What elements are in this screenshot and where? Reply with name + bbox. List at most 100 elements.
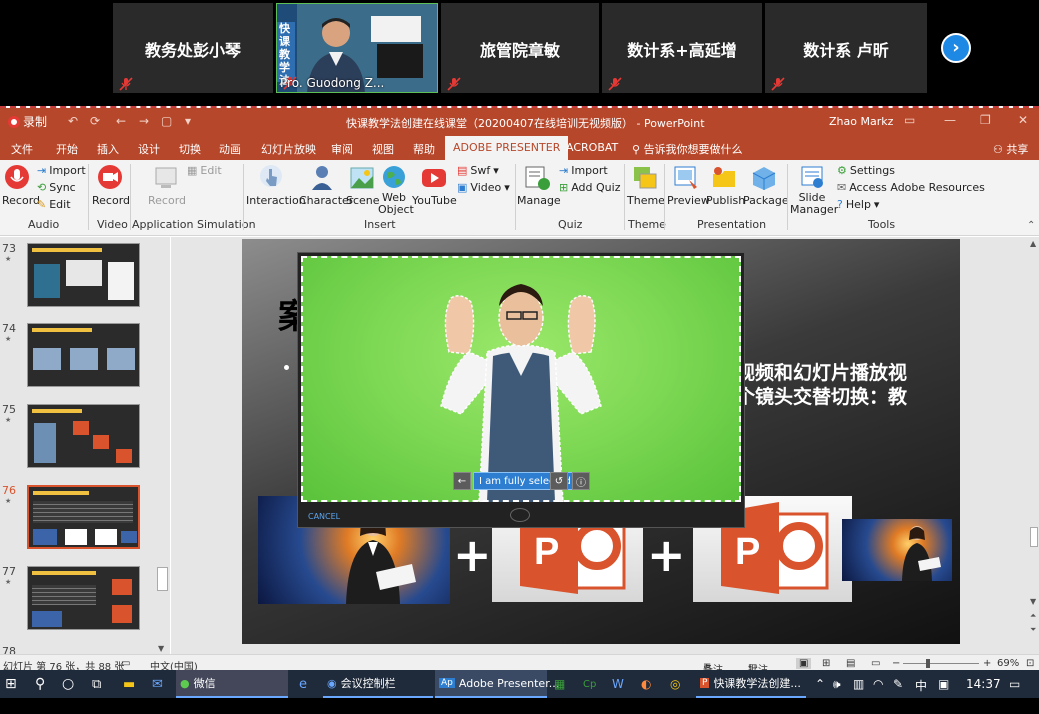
mail-button[interactable]: ✉ [152, 670, 163, 698]
green-screen-video[interactable] [301, 256, 741, 502]
participant-tile[interactable]: 数计系 卢昕 [765, 3, 927, 93]
tab-transitions[interactable]: 切换 [179, 141, 201, 157]
add-quiz-button[interactable]: ⊞ Add Quiz [559, 181, 620, 194]
tab-review[interactable]: 审阅 [331, 141, 353, 157]
character-button[interactable]: Character [299, 164, 353, 207]
tray-chevron-icon[interactable]: ⌃ [815, 677, 825, 691]
pen-icon[interactable]: ✎ [893, 677, 903, 691]
file-explorer-button[interactable]: ▬ [123, 670, 135, 698]
tell-me-search[interactable]: ⚲ 告诉我你想要做什么 [632, 141, 743, 157]
scene-button[interactable]: Scene [346, 164, 380, 207]
close-icon[interactable]: ✕ [1018, 113, 1028, 127]
quiz-import-button[interactable]: ⇥ Import [559, 164, 608, 177]
zoom-in-icon[interactable]: + [983, 658, 991, 669]
word-button[interactable]: W [612, 670, 624, 698]
slide-sorter-icon[interactable]: ⊞ [822, 658, 830, 669]
tab-view[interactable]: 视图 [372, 141, 394, 157]
notification-icon[interactable]: ▭ [1009, 677, 1020, 691]
slide-thumbnail-selected[interactable] [27, 485, 140, 549]
normal-view-icon[interactable]: ▣ [796, 658, 812, 669]
task-view-button[interactable]: ⧉ [92, 670, 101, 698]
tab-design[interactable]: 设计 [138, 141, 160, 157]
cortana-button[interactable]: ○ [62, 670, 74, 698]
web-object-button[interactable]: Web Object [378, 164, 414, 216]
edge-button[interactable]: e [299, 670, 307, 698]
interaction-button[interactable]: Interaction [246, 164, 306, 207]
scrollbar-thumb[interactable] [1030, 527, 1038, 547]
excel-button[interactable]: ▦ [554, 670, 565, 698]
spell-check-icon[interactable]: ▭ [121, 658, 130, 669]
zoom-out-icon[interactable]: − [892, 658, 900, 669]
start-button[interactable]: ⊞ [5, 670, 17, 698]
minimize-icon[interactable]: — [944, 113, 956, 127]
next-participants-button[interactable]: › [941, 33, 971, 63]
ribbon-display-icon[interactable]: ▭ [904, 113, 915, 127]
taskbar-app-adobe-presenter[interactable]: Ap Adobe Presenter... [435, 670, 559, 698]
next-slide-icon[interactable]: ⏷ [1030, 625, 1036, 635]
taskbar-app-meeting-control[interactable]: ◉ 会议控制栏 [323, 670, 433, 698]
participant-tile[interactable]: 教务处彭小琴 [113, 3, 273, 93]
scroll-down-icon[interactable]: ▼ [1030, 597, 1036, 606]
slide-manager-button[interactable]: Slide Manager [790, 164, 838, 216]
firefox-button[interactable]: ◐ [641, 670, 651, 698]
tab-insert[interactable]: 插入 [97, 141, 119, 157]
participant-tile[interactable]: 旅管院章敏 [441, 3, 599, 93]
zoom-slider[interactable] [903, 663, 979, 664]
taskbar-app-powerpoint[interactable]: P 快课教学法创建... [696, 670, 806, 698]
access-adobe-resources-button[interactable]: ✉ Access Adobe Resources [837, 181, 985, 194]
search-button[interactable]: ⚲ [35, 670, 45, 698]
tab-file[interactable]: 文件 [11, 141, 33, 157]
input-method-indicator[interactable]: 中 [915, 677, 927, 694]
appsim-record-button[interactable]: Record [148, 164, 186, 207]
slide-thumbnail[interactable] [27, 404, 140, 468]
tab-acrobat[interactable]: ACROBAT [566, 141, 618, 154]
cancel-button[interactable]: CANCEL [308, 512, 340, 521]
scrollbar-thumb[interactable] [157, 567, 168, 591]
tab-home[interactable]: 开始 [56, 141, 78, 157]
slideshow-icon[interactable]: ▭ [871, 658, 880, 669]
theme-button[interactable]: Theme [627, 164, 665, 207]
reading-view-icon[interactable]: ▤ [846, 658, 855, 669]
chrome-button[interactable]: ◎ [670, 670, 680, 698]
insert-video-button[interactable]: ▣ Video ▾ [457, 181, 510, 194]
reset-button[interactable]: ↺ [550, 472, 568, 490]
wifi-icon[interactable]: ◠ [873, 677, 883, 691]
audio-sync-button[interactable]: ⟲ Sync [37, 181, 76, 194]
back-icon[interactable]: ← [116, 114, 126, 128]
swf-button[interactable]: ▤ Swf ▾ [457, 164, 499, 177]
volume-icon[interactable]: 🕪 [833, 677, 841, 692]
participant-video-tile[interactable]: 快课教学法 Pro. Guodong Z... [276, 3, 438, 93]
youtube-button[interactable]: YouTube [412, 164, 457, 207]
collapse-ribbon-icon[interactable]: ⌃ [1027, 220, 1035, 231]
settings-button[interactable]: ⚙ Settings [837, 164, 895, 177]
quiz-manage-button[interactable]: Manage [517, 164, 561, 207]
repeat-icon[interactable]: ⟳ [90, 114, 100, 128]
audio-record-button[interactable]: Record [2, 164, 40, 207]
package-button[interactable]: Package [743, 164, 789, 207]
appsim-edit-button[interactable]: ▦ Edit [187, 164, 222, 177]
slide-thumbnail[interactable] [27, 243, 140, 307]
back-button[interactable]: ← [453, 472, 471, 490]
camtasia-button[interactable]: Cp [583, 670, 596, 698]
clock[interactable]: 14:37 [966, 677, 1001, 691]
publish-button[interactable]: Publish [706, 164, 745, 207]
tab-animations[interactable]: 动画 [219, 141, 241, 157]
tab-slideshow[interactable]: 幻灯片放映 [261, 141, 316, 157]
fit-to-window-icon[interactable]: ⊡ [1026, 658, 1034, 669]
tab-adobe-presenter[interactable]: ADOBE PRESENTER [445, 136, 569, 160]
new-doc-icon[interactable]: ▢ [161, 114, 172, 128]
help-button[interactable]: ? Help ▾ [837, 198, 879, 211]
scroll-down-icon[interactable]: ▼ [158, 644, 164, 653]
taskbar-app-wechat[interactable]: ● 微信 [176, 670, 288, 698]
participant-tile[interactable]: 数计系+高延增 [602, 3, 762, 93]
undo-icon[interactable]: ↶ [68, 114, 78, 128]
keyboard-icon[interactable]: ▣ [938, 677, 949, 691]
canvas-scrollbar[interactable]: ▲ ▼ ⏶ ⏷ [1029, 237, 1039, 654]
customize-toolbar-icon[interactable]: ▾ [185, 114, 191, 128]
share-button[interactable]: ⚇ 共享 [993, 141, 1028, 157]
slide-thumbnail[interactable] [27, 323, 140, 387]
network-icon[interactable]: ▥ [853, 677, 864, 691]
zoom-level[interactable]: 69% [997, 658, 1019, 669]
audio-edit-button[interactable]: ✎ Edit [37, 198, 71, 211]
scroll-up-icon[interactable]: ▲ [1030, 239, 1036, 248]
